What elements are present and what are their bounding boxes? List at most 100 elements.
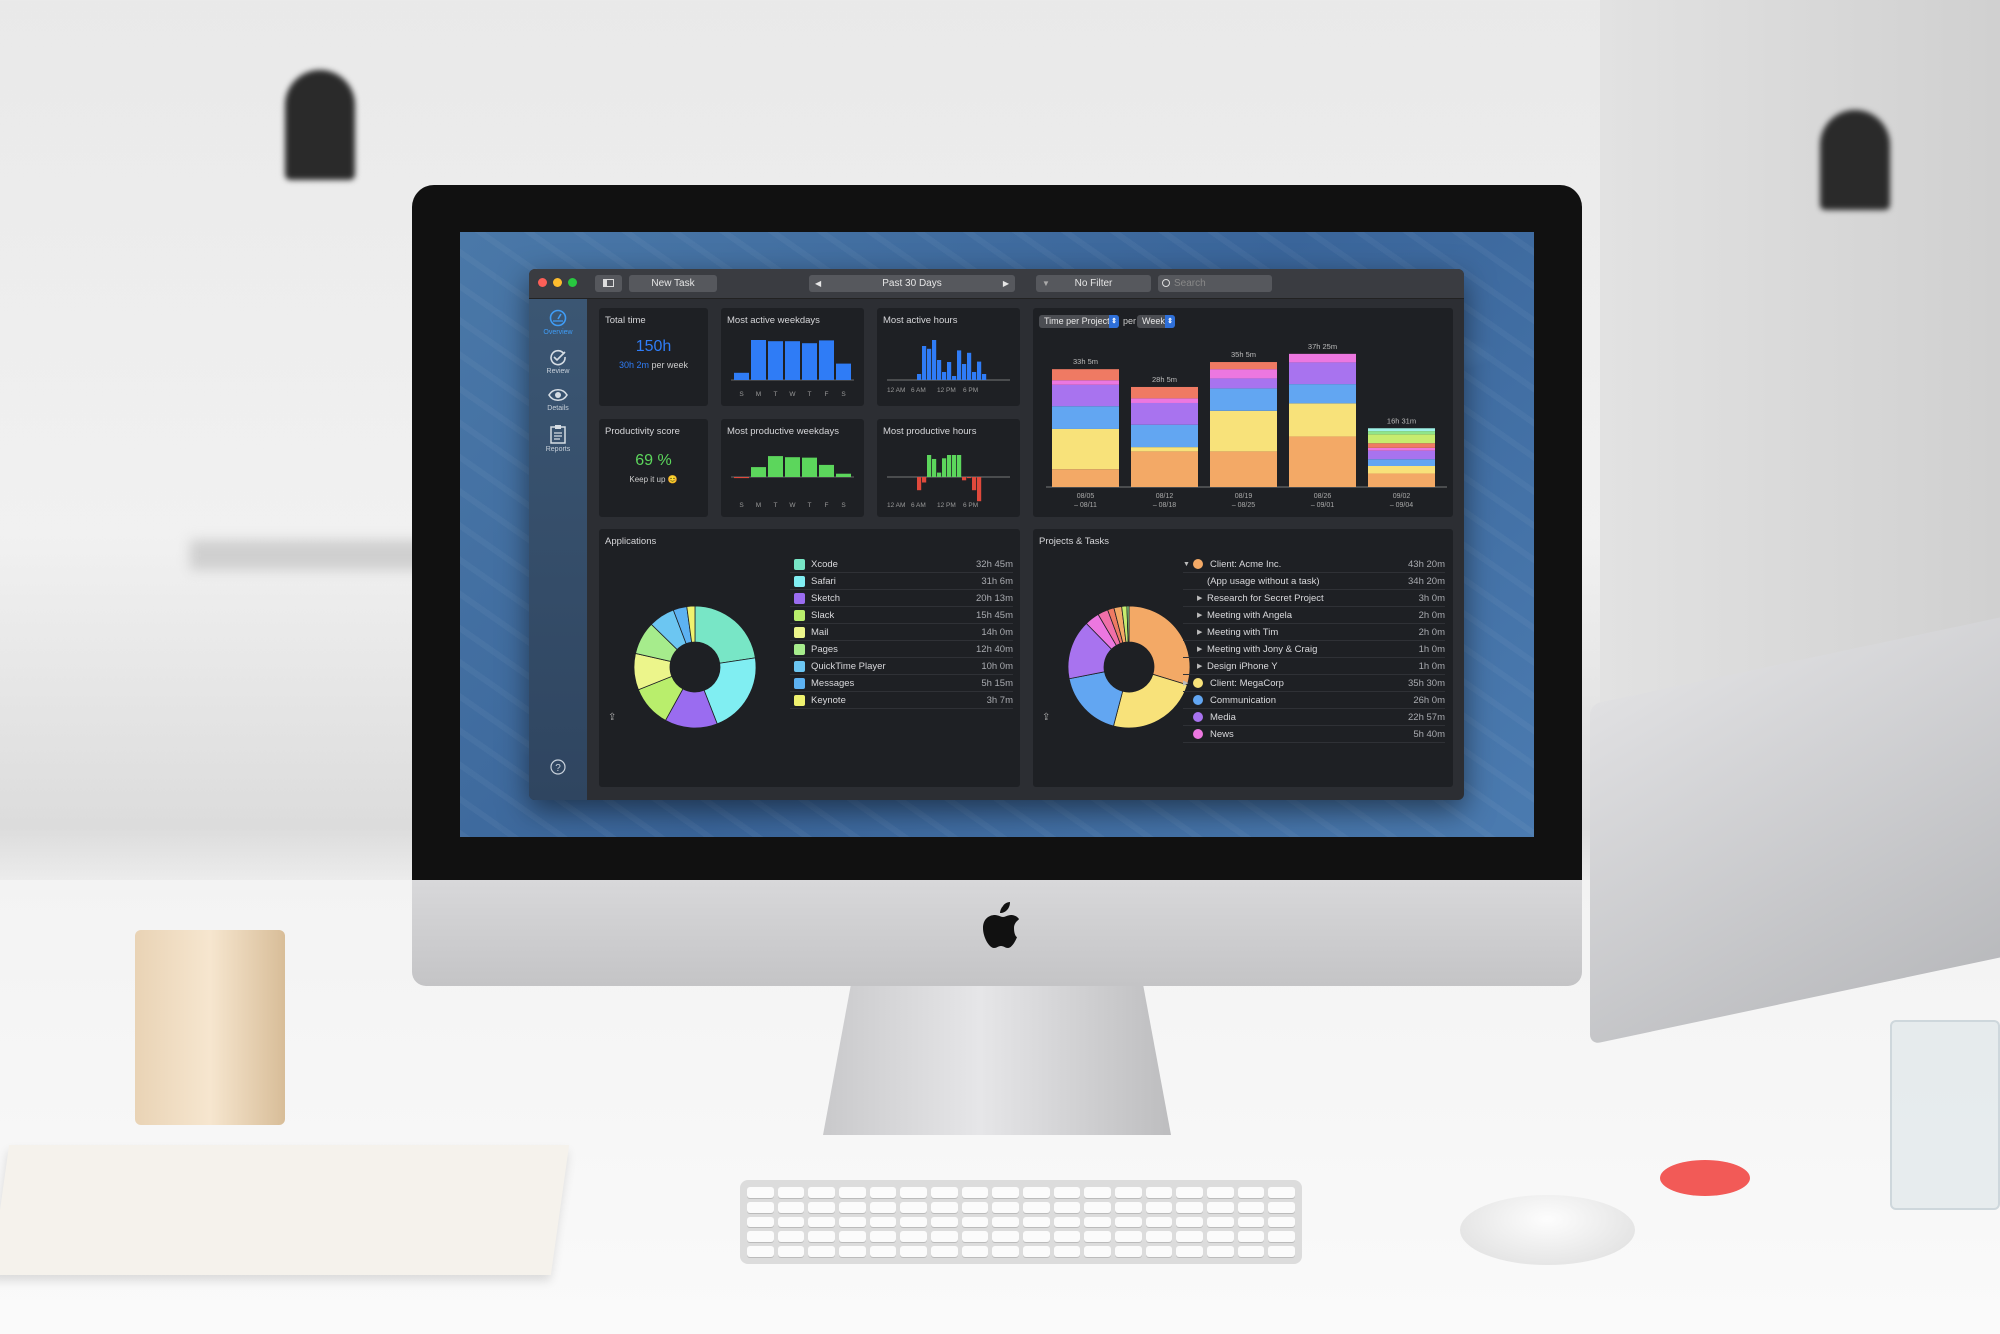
donut-slice <box>1128 605 1191 686</box>
bar <box>734 372 749 380</box>
tick-label: T <box>808 391 812 398</box>
project-name: Meeting with Angela <box>1207 609 1293 621</box>
tick-label: 6 PM <box>963 502 978 509</box>
app-row[interactable]: Messages 5h 15m <box>790 675 1013 692</box>
project-color-dot <box>1193 712 1203 722</box>
stack-segment <box>1368 450 1435 460</box>
date-range-control[interactable]: ◀ Past 30 Days ▶ <box>809 275 1015 292</box>
bar <box>751 467 766 477</box>
share-icon[interactable]: ⇪ <box>608 712 616 723</box>
app-icon <box>794 626 805 638</box>
disclosure-closed-icon[interactable]: ▶ <box>1197 594 1207 602</box>
x-tick-label: – 09/01 <box>1311 502 1334 509</box>
tick-label: F <box>825 502 829 509</box>
project-row[interactable]: ▶ Meeting with Tim 2h 0m <box>1183 624 1445 641</box>
x-tick-label: – 09/04 <box>1390 502 1413 509</box>
sidebar-item-details[interactable]: Details <box>529 387 587 412</box>
project-name: Communication <box>1210 694 1276 706</box>
app-row[interactable]: Slack 15h 45m <box>790 607 1013 624</box>
project-row[interactable]: ▶ Research for Secret Project 3h 0m <box>1183 590 1445 607</box>
project-row[interactable]: ▶ Client: MegaCorp 35h 30m <box>1183 675 1445 692</box>
next-period-icon[interactable]: ▶ <box>1003 275 1009 292</box>
donut-slice <box>1068 671 1124 727</box>
app-row[interactable]: Xcode 32h 45m <box>790 556 1013 573</box>
project-time: 5h 40m <box>1413 728 1445 740</box>
app-row[interactable]: Safari 31h 6m <box>790 573 1013 590</box>
project-name: Meeting with Tim <box>1207 626 1279 638</box>
disclosure-closed-icon[interactable]: ▶ <box>1197 628 1207 636</box>
bar <box>952 376 957 380</box>
project-row[interactable]: News 5h 40m <box>1183 726 1445 743</box>
bar <box>802 343 817 380</box>
project-time: 2h 0m <box>1418 626 1445 638</box>
project-row[interactable]: ▶ Meeting with Angela 2h 0m <box>1183 607 1445 624</box>
sidebar-toggle-button[interactable] <box>595 275 622 292</box>
project-time: 1h 0m <box>1418 643 1445 655</box>
app-row[interactable]: Pages 12h 40m <box>790 641 1013 658</box>
bar <box>947 362 952 380</box>
bar <box>768 341 783 380</box>
project-row[interactable]: ▼ Client: Acme Inc. 43h 20m <box>1183 556 1445 573</box>
bar <box>785 457 800 477</box>
app-icon <box>794 660 805 672</box>
tick-label: S <box>841 502 846 509</box>
project-row[interactable]: Media 22h 57m <box>1183 709 1445 726</box>
previous-period-icon[interactable]: ◀ <box>815 275 821 292</box>
app-time: 5h 15m <box>981 677 1013 689</box>
sidebar-item-review[interactable]: Review <box>529 348 587 375</box>
project-row[interactable]: Communication 26h 0m <box>1183 692 1445 709</box>
minimize-window-button[interactable] <box>553 278 562 287</box>
clipboard-icon <box>550 425 566 444</box>
app-row[interactable]: Sketch 20h 13m <box>790 590 1013 607</box>
disclosure-closed-icon[interactable]: ▶ <box>1197 645 1207 653</box>
project-row[interactable]: ▶ Design iPhone Y 1h 0m <box>1183 658 1445 675</box>
bar <box>922 477 927 483</box>
app-name: QuickTime Player <box>811 660 886 672</box>
app-row[interactable]: Mail 14h 0m <box>790 624 1013 641</box>
disclosure-open-icon[interactable]: ▼ <box>1183 561 1193 568</box>
share-icon[interactable]: ⇪ <box>1042 712 1050 723</box>
bar <box>957 350 962 380</box>
project-name: Client: MegaCorp <box>1210 677 1284 689</box>
search-input[interactable]: Search <box>1158 275 1272 292</box>
project-time: 1h 0m <box>1418 660 1445 672</box>
x-tick-label: 08/05 <box>1077 493 1095 500</box>
lamp-right <box>1820 110 1890 210</box>
app-name: Pages <box>811 643 838 655</box>
applications-card: Applications Xcode 32h 45m Safari 31h 6m Ske… <box>599 529 1020 787</box>
most-active-hours-card: Most active hours 12 AM 6 AM 12 PM 6 PM <box>877 308 1020 406</box>
sidebar-item-overview[interactable]: Overview <box>529 309 587 336</box>
magic-mouse <box>1460 1195 1635 1265</box>
project-row[interactable]: ▶ Meeting with Jony & Craig 1h 0m <box>1183 641 1445 658</box>
new-task-button[interactable]: New Task <box>629 275 717 292</box>
project-time: 35h 30m <box>1408 677 1445 689</box>
project-time: 34h 20m <box>1408 575 1445 587</box>
disclosure-closed-icon[interactable]: ▶ <box>1183 679 1193 687</box>
project-time: 43h 20m <box>1408 558 1445 570</box>
stack-segment <box>1131 447 1198 452</box>
project-row[interactable]: (App usage without a task) 34h 20m <box>1183 573 1445 590</box>
bar-total-label: 16h 31m <box>1387 416 1416 425</box>
app-icon <box>794 592 805 604</box>
bar <box>751 340 766 380</box>
stack-segment <box>1368 459 1435 466</box>
disclosure-closed-icon[interactable]: ▶ <box>1197 662 1207 670</box>
project-name: Meeting with Jony & Craig <box>1207 643 1318 655</box>
filter-button[interactable]: ▼ No Filter <box>1036 275 1151 292</box>
time-per-project-chart: 33h 5m 08/05 – 08/11 28h 5m 08/12 – 08/18 35h … <box>1046 342 1447 509</box>
tick-label: M <box>756 391 761 398</box>
imac-stand <box>823 985 1171 1135</box>
app-row[interactable]: QuickTime Player 10h 0m <box>790 658 1013 675</box>
project-time: 2h 0m <box>1418 609 1445 621</box>
stack-segment <box>1052 384 1119 407</box>
zoom-window-button[interactable] <box>568 278 577 287</box>
help-icon[interactable]: ? <box>550 759 566 775</box>
most-productive-hours-chart: 12 AM 6 AM 12 PM 6 PM <box>887 455 1010 509</box>
app-row[interactable]: Keynote 3h 7m <box>790 692 1013 709</box>
imac-screen: New Task ◀ Past 30 Days ▶ ▼ No Filter Se… <box>460 232 1534 837</box>
disclosure-closed-icon[interactable]: ▶ <box>1197 611 1207 619</box>
sidebar-item-reports[interactable]: Reports <box>529 424 587 453</box>
project-name: Client: Acme Inc. <box>1210 558 1282 570</box>
close-window-button[interactable] <box>538 278 547 287</box>
tick-label: T <box>808 502 812 509</box>
